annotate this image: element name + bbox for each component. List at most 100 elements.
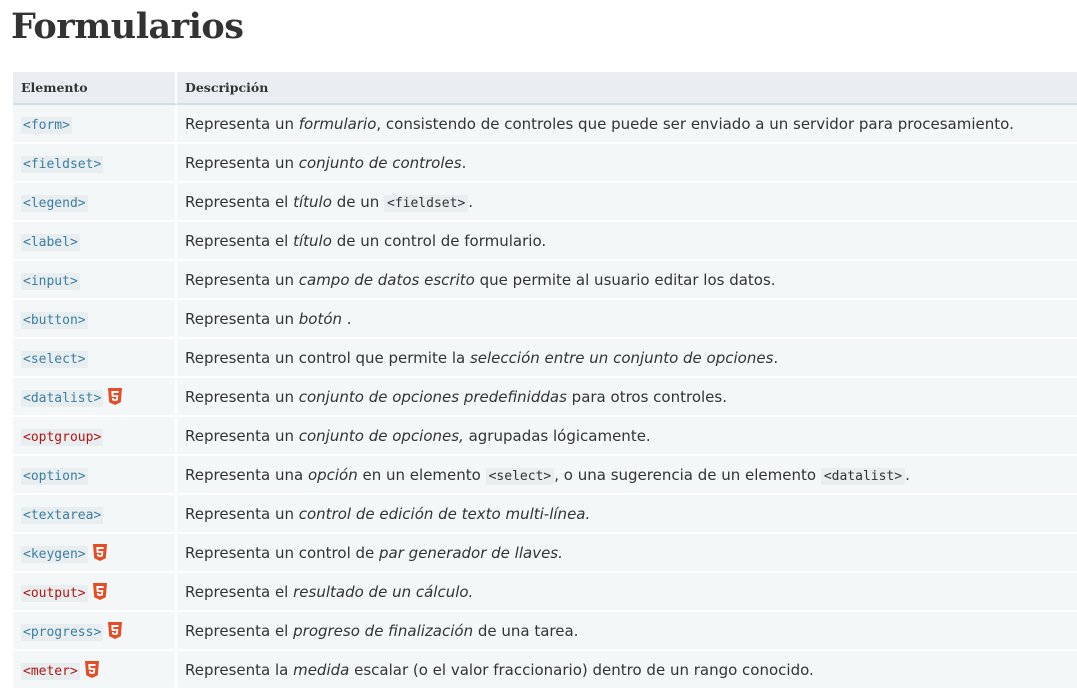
- table-body: <form> Representa un formulario, consiste…: [13, 105, 1077, 690]
- description-text: .: [342, 309, 352, 328]
- description-text: Representa un: [185, 387, 299, 406]
- table-row: <select> Representa un control que permit…: [13, 339, 1077, 378]
- description-text: Representa el: [185, 231, 294, 250]
- description-text: que permite al usuario editar los datos.: [474, 270, 776, 289]
- description-cell: Representa un control que permite la sel…: [177, 339, 1077, 378]
- element-cell: <input>: [13, 261, 177, 300]
- description-cell: Representa un formulario, consistendo de…: [177, 105, 1077, 144]
- element-cell: <option>: [13, 456, 177, 495]
- table-row: <input> Representa un campo de datos escr…: [13, 261, 1077, 300]
- description-text: Representa un: [185, 153, 299, 172]
- description-emphasis: título: [293, 231, 332, 250]
- html5-icon: [108, 387, 123, 405]
- description-emphasis: medida: [293, 660, 350, 679]
- table-row: <optgroup> Representa un conjunto de opci…: [13, 417, 1077, 456]
- element-cell: <legend>: [13, 183, 177, 222]
- page-title: Formularios: [11, 6, 244, 47]
- html5-icon: [92, 582, 107, 600]
- element-link[interactable]: <input>: [21, 272, 80, 290]
- description-text: para otros controles.: [566, 387, 727, 406]
- description-emphasis: conjunto de opciones predefiniddas: [298, 387, 567, 406]
- element-link[interactable]: <label>: [21, 233, 80, 251]
- page: Formularios Elemento Descripción <form> R…: [0, 0, 1077, 697]
- description-emphasis: formulario: [298, 114, 377, 133]
- element-link[interactable]: <output>: [21, 584, 88, 602]
- description-emphasis: opción: [307, 465, 358, 484]
- column-header-element: Elemento: [13, 72, 177, 105]
- element-link[interactable]: <progress>: [21, 623, 104, 641]
- description-text: .: [468, 192, 474, 211]
- element-cell: <datalist>: [13, 378, 177, 417]
- table-header-row: Elemento Descripción: [13, 72, 1077, 105]
- description-emphasis: selección entre un conjunto de opciones: [469, 348, 774, 367]
- element-cell: <optgroup>: [13, 417, 177, 456]
- description-text: Representa un control de: [185, 543, 380, 562]
- description-text: , consistendo de controles que puede ser…: [376, 114, 1014, 133]
- description-cell: Representa un control de edición de text…: [177, 495, 1077, 534]
- table-row: <legend> Representa el título de un <fiel…: [13, 183, 1077, 222]
- description-text: , o una sugerencia de un elemento: [554, 465, 821, 484]
- element-link[interactable]: <legend>: [21, 194, 88, 212]
- description-cell: Representa el resultado de un cálculo.: [177, 573, 1077, 612]
- description-text: Representa un: [185, 270, 299, 289]
- description-text: Representa la: [185, 660, 294, 679]
- description-text: Representa un control que permite la: [185, 348, 470, 367]
- description-cell: Representa un conjunto de opciones prede…: [177, 378, 1077, 417]
- table-row: <button> Representa un botón .: [13, 300, 1077, 339]
- table-row: <textarea> Representa un control de edici…: [13, 495, 1077, 534]
- description-cell: Representa el título de un <fieldset>.: [177, 183, 1077, 222]
- elements-table: Elemento Descripción <form> Representa un…: [13, 72, 1077, 690]
- description-text: Representa un: [185, 504, 299, 523]
- element-cell: <label>: [13, 222, 177, 261]
- description-text: Representa el: [185, 582, 294, 601]
- table-row: <meter> Representa la medida escalar (o e…: [13, 651, 1077, 690]
- description-text: de un: [331, 192, 384, 211]
- description-text: de un control de formulario.: [331, 231, 547, 250]
- description-text: Representa un: [185, 114, 299, 133]
- description-text: .: [905, 465, 910, 484]
- element-link[interactable]: <textarea>: [21, 506, 104, 524]
- description-text: en un elemento: [357, 465, 486, 484]
- html5-icon: [84, 660, 99, 678]
- description-emphasis: título: [293, 192, 332, 211]
- element-link[interactable]: <optgroup>: [21, 428, 104, 446]
- description-emphasis: conjunto de controles: [298, 153, 462, 172]
- element-cell: <textarea>: [13, 495, 177, 534]
- table-row: <fieldset> Representa un conjunto de cont…: [13, 144, 1077, 183]
- description-cell: Representa el progreso de finalización d…: [177, 612, 1077, 651]
- element-cell: <select>: [13, 339, 177, 378]
- html5-icon: [92, 543, 107, 561]
- description-cell: Representa la medida escalar (o el valor…: [177, 651, 1077, 690]
- description-text: Representa un: [185, 426, 299, 445]
- element-link[interactable]: <form>: [21, 116, 72, 134]
- inline-code: <select>: [485, 467, 555, 485]
- element-link[interactable]: <keygen>: [21, 545, 88, 563]
- description-cell: Representa el título de un control de fo…: [177, 222, 1077, 261]
- description-text: de una tarea.: [473, 621, 579, 640]
- element-cell: <button>: [13, 300, 177, 339]
- description-text: Representa el: [185, 192, 294, 211]
- html5-icon: [108, 621, 123, 639]
- description-text: Representa un: [185, 309, 299, 328]
- element-link[interactable]: <option>: [21, 467, 88, 485]
- description-text: escalar (o el valor fraccionario) dentro…: [349, 660, 814, 679]
- description-emphasis: campo de datos escrito: [298, 270, 475, 289]
- table-row: <datalist> Representa un conjunto de opci…: [13, 378, 1077, 417]
- description-text: agrupadas lógicamente.: [463, 426, 651, 445]
- table-row: <form> Representa un formulario, consiste…: [13, 105, 1077, 144]
- element-cell: <keygen>: [13, 534, 177, 573]
- element-link[interactable]: <meter>: [21, 662, 80, 680]
- table-row: <keygen> Representa un control de par gen…: [13, 534, 1077, 573]
- description-text: .: [461, 153, 467, 172]
- element-link[interactable]: <fieldset>: [21, 155, 104, 173]
- element-cell: <progress>: [13, 612, 177, 651]
- element-cell: <meter>: [13, 651, 177, 690]
- element-link[interactable]: <button>: [21, 311, 88, 329]
- element-link[interactable]: <datalist>: [21, 389, 104, 407]
- element-link[interactable]: <select>: [21, 350, 88, 368]
- description-text: Representa una: [185, 465, 308, 484]
- description-cell: Representa un botón .: [177, 300, 1077, 339]
- description-cell: Representa un conjunto de controles.: [177, 144, 1077, 183]
- description-emphasis: par generador de llaves.: [379, 543, 563, 562]
- description-emphasis: botón: [298, 309, 343, 328]
